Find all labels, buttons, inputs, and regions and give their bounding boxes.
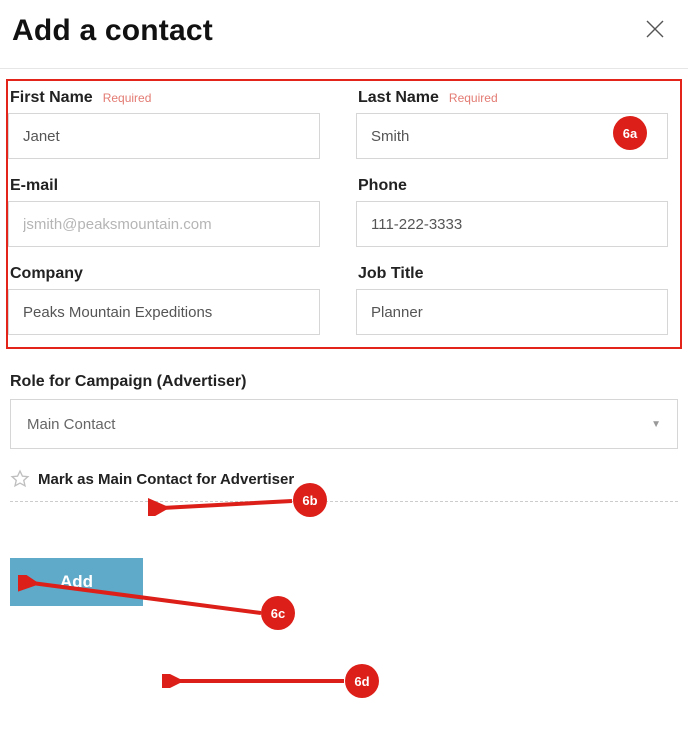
- add-button[interactable]: Add: [10, 558, 143, 606]
- mark-main-row: Mark as Main Contact for Advertiser: [10, 469, 678, 502]
- required-tag: Required: [103, 91, 152, 105]
- job-title-input[interactable]: [356, 289, 668, 335]
- modal-title: Add a contact: [12, 14, 213, 48]
- email-input[interactable]: [8, 201, 320, 247]
- company-input[interactable]: [8, 289, 320, 335]
- job-title-field: Job Title: [356, 265, 668, 335]
- close-button[interactable]: [640, 14, 670, 48]
- last-name-input[interactable]: [356, 113, 668, 159]
- email-field: E-mail: [8, 177, 320, 247]
- phone-field: Phone: [356, 177, 668, 247]
- role-section: Role for Campaign (Advertiser) Main Cont…: [10, 373, 678, 449]
- last-name-label: Last Name: [358, 89, 439, 107]
- first-name-field: First Name Required: [8, 89, 320, 159]
- caret-down-icon: ▼: [651, 419, 661, 430]
- role-select[interactable]: Main Contact ▼: [10, 399, 678, 449]
- role-label: Role for Campaign (Advertiser): [10, 373, 678, 391]
- arrow-6d: [162, 674, 346, 688]
- star-icon[interactable]: [10, 469, 30, 489]
- phone-input[interactable]: [356, 201, 668, 247]
- mark-main-label: Mark as Main Contact for Advertiser: [38, 471, 294, 488]
- email-label: E-mail: [10, 177, 58, 195]
- required-tag: Required: [449, 91, 498, 105]
- phone-label: Phone: [358, 177, 407, 195]
- modal-header: Add a contact: [0, 0, 688, 69]
- close-icon: [644, 16, 666, 46]
- last-name-field: Last Name Required: [356, 89, 668, 159]
- contact-form-section: First Name Required Last Name Required E…: [6, 79, 682, 349]
- first-name-input[interactable]: [8, 113, 320, 159]
- company-label: Company: [10, 265, 83, 283]
- callout-6d: 6d: [345, 664, 379, 698]
- role-selected-value: Main Contact: [27, 416, 115, 433]
- job-title-label: Job Title: [358, 265, 424, 283]
- first-name-label: First Name: [10, 89, 93, 107]
- company-field: Company: [8, 265, 320, 335]
- form-footer: Add: [10, 558, 688, 606]
